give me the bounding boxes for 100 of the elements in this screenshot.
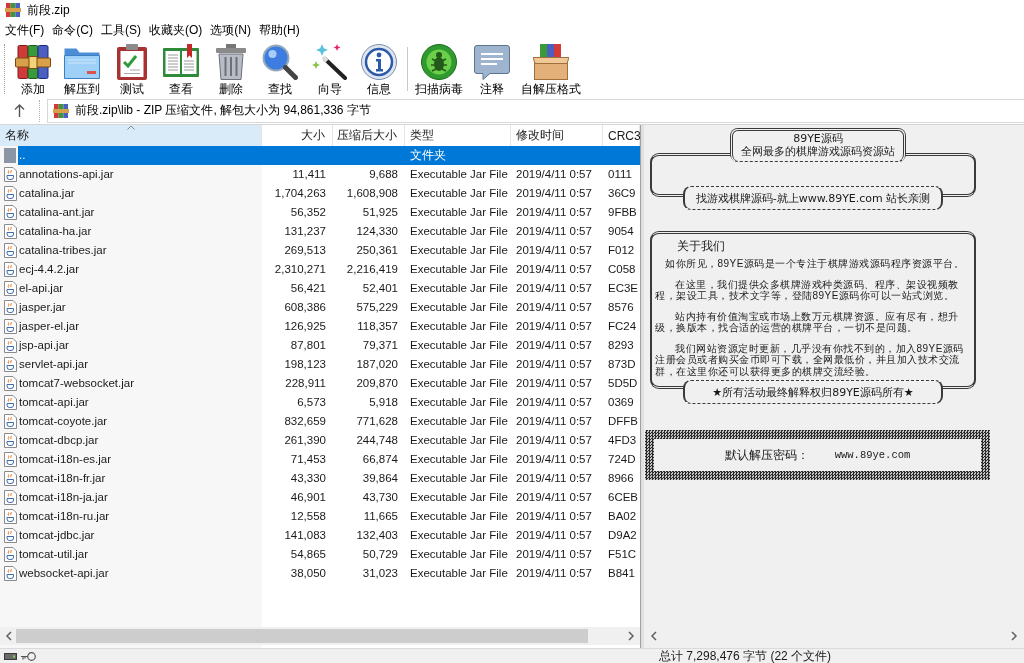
file-size: 261,390 [283, 433, 327, 448]
horizontal-scrollbar[interactable] [0, 627, 640, 645]
file-size: 71,453 [289, 452, 327, 467]
file-type: Executable Jar File [409, 281, 509, 296]
jar-file-icon [3, 224, 17, 239]
file-row[interactable]: tomcat-util.jar 54,865 50,729 Executable Jar File 2019/4/11 0:57 F51C [18, 545, 640, 564]
scrollbar-thumb[interactable] [16, 629, 588, 643]
address-field[interactable]: 前段.zip\lib - ZIP 压缩文件, 解包大小为 94,861,336 字节 [47, 98, 1024, 123]
crc-value: 5D5D [607, 376, 639, 391]
file-row[interactable]: tomcat7-websocket.jar 228,911 209,870 Executable Jar File 2019/4/11 0:57 5D5D [18, 374, 640, 393]
file-name: catalina.jar [18, 186, 76, 201]
file-type: Executable Jar File [409, 205, 509, 220]
file-row[interactable]: servlet-api.jar 198,123 187,020 Executable Jar File 2019/4/11 0:57 873D [18, 355, 640, 374]
site-slogan: 全网最多的棋牌游戏源码资源站 [741, 145, 895, 158]
file-row[interactable]: tomcat-dbcp.jar 261,390 244,748 Executable Jar File 2019/4/11 0:57 4FD3 [18, 431, 640, 450]
menu-item[interactable]: 选项(N) [206, 21, 255, 39]
file-row[interactable]: tomcat-i18n-ru.jar 12,558 11,665 Executable Jar File 2019/4/11 0:57 BA02 [18, 507, 640, 526]
file-name: annotations-api.jar [18, 167, 115, 182]
file-type: Executable Jar File [409, 490, 509, 505]
column-header[interactable]: 名称 [0, 125, 262, 146]
file-row[interactable]: tomcat-i18n-ja.jar 46,901 43,730 Executable Jar File 2019/4/11 0:57 6CEB [18, 488, 640, 507]
packed-size: 43,730 [361, 490, 399, 505]
packed-size: 187,020 [355, 357, 399, 372]
packed-size: 9,688 [368, 167, 399, 182]
books-icon [53, 102, 69, 119]
modified-date: 2019/4/11 0:57 [515, 452, 593, 467]
menu-item[interactable]: 命令(C) [48, 21, 97, 39]
modified-date: 2019/4/11 0:57 [515, 262, 593, 277]
file-row[interactable]: ecj-4.4.2.jar 2,310,271 2,216,419 Executable Jar File 2019/4/11 0:57 C058 [18, 260, 640, 279]
jar-file-icon [3, 281, 17, 296]
modified-date: 2019/4/11 0:57 [515, 224, 593, 239]
file-size: 56,421 [289, 281, 327, 296]
toolbar-button[interactable]: 解压到 [57, 41, 107, 97]
modified-date: 2019/4/11 0:57 [515, 395, 593, 410]
file-row[interactable]: websocket-api.jar 38,050 31,023 Executable Jar File 2019/4/11 0:57 B841 [18, 564, 640, 583]
scroll-right-icon[interactable] [628, 631, 635, 641]
file-row[interactable]: catalina-ha.jar 131,237 124,330 Executable Jar File 2019/4/11 0:57 9054 [18, 222, 640, 241]
file-row[interactable]: tomcat-i18n-es.jar 71,453 66,874 Executable Jar File 2019/4/11 0:57 724D [18, 450, 640, 469]
up-arrow-icon[interactable] [14, 104, 25, 117]
scroll-left-icon[interactable] [5, 631, 12, 641]
crc-value: F51C [607, 547, 638, 562]
file-type: Executable Jar File [409, 357, 509, 372]
menu-item[interactable]: 文件(F) [1, 21, 49, 39]
toolbar-button[interactable]: 添加 [8, 41, 58, 97]
jar-file-icon [3, 186, 17, 201]
packed-size: 31,023 [361, 566, 399, 581]
crc-value: EC3E [607, 281, 640, 296]
jar-file-icon [3, 452, 17, 467]
modified-date: 2019/4/11 0:57 [515, 357, 593, 372]
toolbar-button[interactable]: 自解压格式 [516, 41, 585, 97]
file-size: 198,123 [283, 357, 327, 372]
toolbar-button[interactable]: 删除 [206, 41, 256, 97]
toolbar-button[interactable]: 查找 [255, 41, 305, 97]
file-type: Executable Jar File [409, 167, 509, 182]
file-row[interactable]: jasper-el.jar 126,925 118,357 Executable Jar File 2019/4/11 0:57 FC24 [18, 317, 640, 336]
jar-file-icon [3, 167, 17, 182]
file-row[interactable]: catalina-ant.jar 56,352 51,925 Executable Jar File 2019/4/11 0:57 9FBB [18, 203, 640, 222]
toolbar-button[interactable]: 注释 [467, 41, 517, 97]
menu-item[interactable]: 工具(S) [97, 21, 145, 39]
toolbar-button[interactable]: 扫描病毒 [411, 41, 467, 97]
menu-item[interactable]: 收藏夹(O) [145, 21, 207, 39]
file-row[interactable]: tomcat-i18n-fr.jar 43,330 39,864 Executable Jar File 2019/4/11 0:57 8966 [18, 469, 640, 488]
file-row[interactable]: catalina-tribes.jar 269,513 250,361 Executable Jar File 2019/4/11 0:57 F012 [18, 241, 640, 260]
file-row[interactable]: annotations-api.jar 11,411 9,688 Executable Jar File 2019/4/11 0:57 0111 [18, 165, 640, 184]
about-heading: 关于我们 [676, 239, 726, 253]
packed-size: 50,729 [361, 547, 399, 562]
toolbar-button[interactable]: 向导 [305, 41, 355, 97]
file-name: tomcat-dbcp.jar [18, 433, 100, 448]
file-row[interactable]: jasper.jar 608,386 575,229 Executable Jar File 2019/4/11 0:57 8576 [18, 298, 640, 317]
crc-value: 8966 [607, 471, 635, 486]
file-type: Executable Jar File [409, 376, 509, 391]
file-row[interactable]: jsp-api.jar 87,801 79,371 Executable Jar File 2019/4/11 0:57 8293 [18, 336, 640, 355]
file-row[interactable]: el-api.jar 56,421 52,401 Executable Jar File 2019/4/11 0:57 EC3E [18, 279, 640, 298]
crc-value: D9A2 [607, 528, 638, 543]
packed-size: 39,864 [361, 471, 399, 486]
crc-value: C058 [607, 262, 637, 277]
file-row[interactable]: tomcat-jdbc.jar 141,083 132,403 Executable Jar File 2019/4/11 0:57 D9A2 [18, 526, 640, 545]
jar-file-icon [3, 509, 17, 524]
modified-date: 2019/4/11 0:57 [515, 376, 593, 391]
menu-item[interactable]: 帮助(H) [255, 21, 304, 39]
file-name: tomcat-i18n-es.jar [18, 452, 113, 467]
toolbar-button[interactable]: 测试 [107, 41, 157, 97]
file-type: Executable Jar File [409, 509, 509, 524]
file-name: catalina-ant.jar [18, 205, 96, 220]
packed-size: 132,403 [355, 528, 399, 543]
file-row[interactable]: .. 文件夹 [18, 146, 640, 165]
file-type: Executable Jar File [409, 528, 509, 543]
jar-file-icon [3, 490, 17, 505]
file-row[interactable]: tomcat-coyote.jar 832,659 771,628 Executable Jar File 2019/4/11 0:57 DFFB [18, 412, 640, 431]
books-icon [5, 2, 21, 18]
file-row[interactable]: catalina.jar 1,704,263 1,608,908 Executable Jar File 2019/4/11 0:57 36C9 [18, 184, 640, 203]
file-name: tomcat-util.jar [18, 547, 90, 562]
file-type: Executable Jar File [409, 395, 509, 410]
file-row[interactable]: tomcat-api.jar 6,573 5,918 Executable Jar File 2019/4/11 0:57 0369 [18, 393, 640, 412]
toolbar-button[interactable]: 查看 [156, 41, 206, 97]
scroll-right-icon[interactable] [1011, 631, 1018, 641]
modified-date: 2019/4/11 0:57 [515, 338, 593, 353]
scroll-left-icon[interactable] [650, 631, 657, 641]
file-type: Executable Jar File [409, 186, 509, 201]
toolbar-button[interactable]: 信息 [354, 41, 404, 97]
